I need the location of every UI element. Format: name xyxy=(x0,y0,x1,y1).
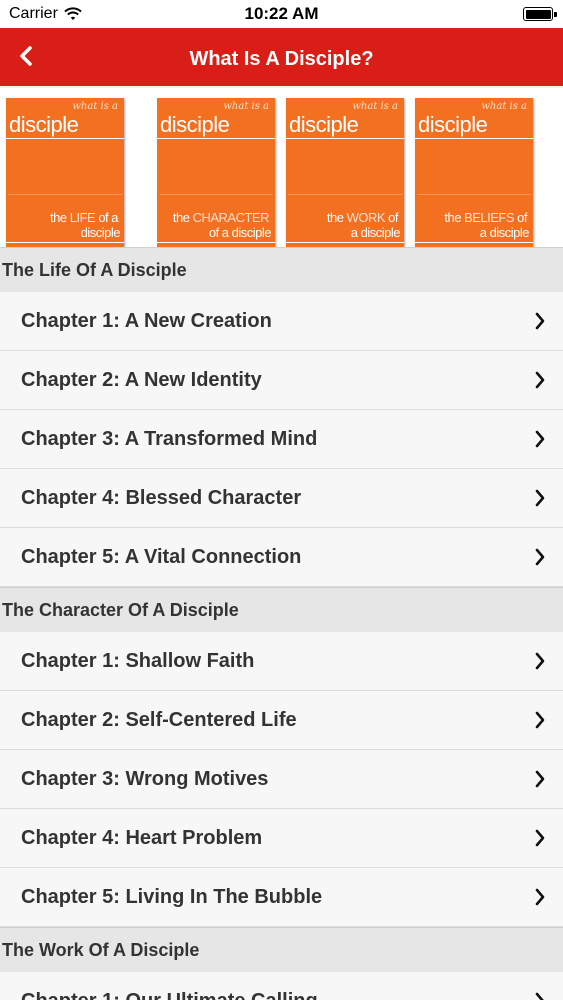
book-title: disciple xyxy=(418,112,488,137)
book-cover-character[interactable]: what is a disciple the CHARACTER of a di… xyxy=(157,98,275,247)
list-item-label: Chapter 3: Wrong Motives xyxy=(21,767,269,790)
book-subtitle-line1: the CHARACTER xyxy=(172,210,270,225)
book-subtitle-line1: the LIFE of a xyxy=(50,210,118,225)
list-item[interactable]: Chapter 4: Heart Problem xyxy=(0,809,563,868)
list-item[interactable]: Chapter 3: A Transformed Mind xyxy=(0,410,563,469)
list-item[interactable]: Chapter 5: A Vital Connection xyxy=(0,528,563,587)
chevron-right-icon xyxy=(533,547,547,567)
battery-icon xyxy=(523,7,557,21)
list-item-label: Chapter 2: Self-Centered Life xyxy=(21,708,297,731)
book-subtitle-line2: a disciple xyxy=(479,225,530,240)
list-item-label: Chapter 4: Blessed Character xyxy=(21,486,302,509)
book-cover-work[interactable]: what is a disciple the WORK of a discipl… xyxy=(286,98,404,247)
book-subtitle-line2: of a disciple xyxy=(208,225,272,240)
book-series-label: what is a xyxy=(481,101,527,112)
book-title: disciple xyxy=(289,112,359,137)
chevron-right-icon xyxy=(533,488,547,508)
chapter-list: The Life Of A Disciple Chapter 1: A New … xyxy=(0,247,563,1000)
book-title: disciple xyxy=(9,112,79,137)
list-item-label: Chapter 1: Our Ultimate Calling xyxy=(21,990,533,1000)
chevron-right-icon xyxy=(533,769,547,789)
list-item-label: Chapter 2: A New Identity xyxy=(21,368,262,391)
section-header-work: The Work Of A Disciple xyxy=(0,927,563,972)
list-item-label: Chapter 1: A New Creation xyxy=(21,309,272,332)
book-covers-strip: what is a disciple the LIFE of a discipl… xyxy=(0,90,563,247)
list-item-label: Chapter 1: Shallow Faith xyxy=(21,649,255,672)
list-item[interactable]: Chapter 3: Wrong Motives xyxy=(0,750,563,809)
chevron-right-icon xyxy=(533,370,547,390)
list-item[interactable]: Chapter 4: Blessed Character xyxy=(0,469,563,528)
navigation-bar: What Is A Disciple? xyxy=(0,28,563,88)
book-title: disciple xyxy=(160,112,230,137)
book-subtitle-line1: the BELIEFS of xyxy=(444,210,527,225)
chevron-right-icon xyxy=(533,828,547,848)
status-bar: Carrier 10:22 AM xyxy=(0,0,563,28)
book-cover-beliefs[interactable]: what is a disciple the BELIEFS of a disc… xyxy=(415,98,533,247)
list-item-label: Chapter 4: Heart Problem xyxy=(21,826,263,849)
book-subtitle-line2: disciple xyxy=(80,225,121,240)
list-item[interactable]: Chapter 5: Living In The Bubble xyxy=(0,868,563,927)
book-subtitle-line2: a disciple xyxy=(350,225,401,240)
list-item-label: Chapter 3: A Transformed Mind xyxy=(21,427,318,450)
chevron-right-icon xyxy=(533,429,547,449)
chevron-right-icon xyxy=(533,991,547,1000)
book-series-label: what is a xyxy=(352,101,398,112)
chevron-right-icon xyxy=(533,710,547,730)
section-header-character: The Character Of A Disciple xyxy=(0,587,563,632)
page-title: What Is A Disciple? xyxy=(189,48,374,70)
list-item[interactable]: Chapter 2: A New Identity xyxy=(0,351,563,410)
list-item-label: Chapter 5: Living In The Bubble xyxy=(21,885,323,908)
book-subtitle-line1: the WORK of xyxy=(326,210,399,225)
status-time: 10:22 AM xyxy=(244,4,319,23)
book-series-label: what is a xyxy=(223,101,269,112)
section-header-life: The Life Of A Disciple xyxy=(0,247,563,292)
list-item[interactable]: Chapter 2: Self-Centered Life xyxy=(0,691,563,750)
list-item[interactable]: Chapter 1: Shallow Faith xyxy=(0,632,563,691)
list-item[interactable]: Chapter 1: Our Ultimate Calling xyxy=(0,972,563,1000)
book-series-label: what is a xyxy=(72,101,118,112)
chevron-right-icon xyxy=(533,311,547,331)
list-item[interactable]: Chapter 1: A New Creation xyxy=(0,292,563,351)
battery-fill xyxy=(525,9,551,19)
chevron-right-icon xyxy=(533,887,547,907)
list-item-label: Chapter 5: A Vital Connection xyxy=(21,545,302,568)
book-cover-life[interactable]: what is a disciple the LIFE of a discipl… xyxy=(6,98,124,247)
chevron-right-icon xyxy=(533,651,547,671)
